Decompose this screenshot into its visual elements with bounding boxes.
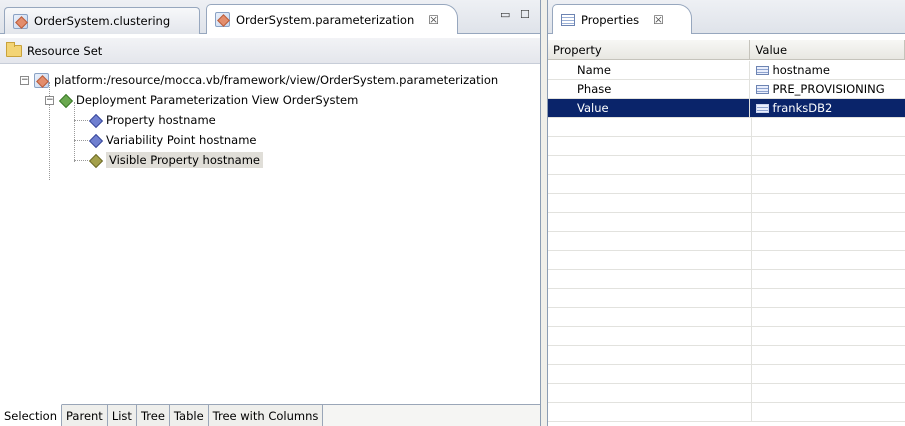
column-header-value[interactable]: Value xyxy=(750,40,905,60)
properties-tab-bar: Properties ☒ xyxy=(548,0,905,34)
resource-set-header[interactable]: Resource Set xyxy=(0,38,540,64)
value-text-icon xyxy=(756,65,770,75)
empty-table-row xyxy=(548,213,905,232)
property-value: hostname xyxy=(772,63,830,77)
tree-item-property[interactable]: Property hostname xyxy=(89,110,216,130)
collapse-icon[interactable]: − xyxy=(20,75,29,85)
empty-table-row xyxy=(548,137,905,156)
property-value-cell[interactable]: hostname xyxy=(750,61,905,79)
column-header-property[interactable]: Property xyxy=(548,40,751,60)
tree-root-label: platform:/resource/mocca.vb/framework/vi… xyxy=(54,73,499,87)
page-tab-selection[interactable]: Selection xyxy=(0,404,62,426)
empty-table-row xyxy=(548,327,905,346)
editor-pane: OrderSystem.clustering OrderSystem.param… xyxy=(0,0,541,426)
property-row-name[interactable]: Name hostname xyxy=(548,61,905,80)
empty-table-row xyxy=(548,156,905,175)
empty-table-row xyxy=(548,232,905,251)
property-name-cell: Value xyxy=(548,99,751,117)
resource-set-label: Resource Set xyxy=(27,43,103,58)
value-text-icon xyxy=(756,103,770,113)
tree-item-label: Variability Point hostname xyxy=(106,133,257,147)
visible-property-element-icon xyxy=(89,154,101,166)
property-row-phase[interactable]: Phase PRE_PROVISIONING xyxy=(548,80,905,99)
tree-guide xyxy=(74,102,75,162)
tab-ordersystem-parameterization[interactable]: OrderSystem.parameterization ☒ xyxy=(206,4,458,34)
tab-properties[interactable]: Properties ☒ xyxy=(552,4,692,34)
empty-table-row xyxy=(548,365,905,384)
property-name-cell: Phase xyxy=(548,80,751,98)
collapse-icon[interactable]: − xyxy=(45,95,54,105)
empty-table-row xyxy=(548,384,905,403)
model-file-icon xyxy=(215,12,230,27)
empty-table-row xyxy=(548,403,905,422)
empty-table-row xyxy=(548,289,905,308)
page-tab-list[interactable]: List xyxy=(107,405,137,426)
property-name-cell: Name xyxy=(548,61,751,79)
tree-view-row[interactable]: − Deployment Parameterization View Order… xyxy=(45,90,358,110)
empty-table-row xyxy=(548,194,905,213)
tree-item-label: Property hostname xyxy=(106,113,216,127)
value-text-icon xyxy=(756,84,770,94)
variability-element-icon xyxy=(89,134,101,146)
tree-item-variability-point[interactable]: Variability Point hostname xyxy=(89,130,257,150)
close-tab-icon[interactable]: ☒ xyxy=(653,13,664,27)
page-tab-table[interactable]: Table xyxy=(169,405,209,426)
properties-pane: Properties ☒ Property Value Name hostnam… xyxy=(547,0,905,426)
tab-ordersystem-clustering[interactable]: OrderSystem.clustering xyxy=(4,7,200,34)
model-file-icon xyxy=(13,13,28,29)
empty-table-row xyxy=(548,175,905,194)
page-tab-tree[interactable]: Tree xyxy=(136,405,170,426)
tree-root-row[interactable]: − platform:/resource/mocca.vb/framework/… xyxy=(20,70,498,90)
property-value: PRE_PROVISIONING xyxy=(772,82,885,96)
property-element-icon xyxy=(89,114,101,126)
empty-table-row xyxy=(548,118,905,137)
tree-guide xyxy=(74,160,88,161)
empty-table-row xyxy=(548,346,905,365)
empty-table-row xyxy=(548,270,905,289)
model-file-icon xyxy=(34,72,49,88)
empty-table-row xyxy=(548,308,905,327)
tree-guide xyxy=(74,120,88,121)
property-value: franksDB2 xyxy=(772,101,833,115)
maximize-icon[interactable]: ☐ xyxy=(520,8,530,21)
empty-table-row xyxy=(548,251,905,270)
property-value-cell[interactable]: franksDB2 xyxy=(750,99,905,117)
folder-icon xyxy=(6,41,22,57)
page-tab-tree-with-columns[interactable]: Tree with Columns xyxy=(208,405,324,426)
tree-view-label: Deployment Parameterization View OrderSy… xyxy=(76,93,359,107)
tab-label: Properties xyxy=(581,12,640,27)
editor-tab-bar: OrderSystem.clustering OrderSystem.param… xyxy=(0,0,540,34)
tree-item-visible-property[interactable]: Visible Property hostname xyxy=(89,150,263,170)
tab-label: OrderSystem.clustering xyxy=(34,14,171,28)
property-row-value[interactable]: Value franksDB2 xyxy=(548,99,905,118)
editor-page-tabs: Selection Parent List Tree Table Tree wi… xyxy=(0,404,540,426)
close-tab-icon[interactable]: ☒ xyxy=(428,13,439,27)
properties-table-header: Property Value xyxy=(548,40,905,60)
page-tab-parent[interactable]: Parent xyxy=(62,405,108,426)
properties-table: Property Value Name hostname Phase PRE_P… xyxy=(548,40,905,426)
properties-icon xyxy=(561,13,575,26)
minimize-icon[interactable]: ▭ xyxy=(500,8,510,21)
tree-guide xyxy=(74,140,88,141)
view-element-icon xyxy=(59,94,71,106)
property-value-cell[interactable]: PRE_PROVISIONING xyxy=(750,80,905,98)
tree-item-label: Visible Property hostname xyxy=(106,152,263,168)
tab-label: OrderSystem.parameterization xyxy=(236,12,415,27)
